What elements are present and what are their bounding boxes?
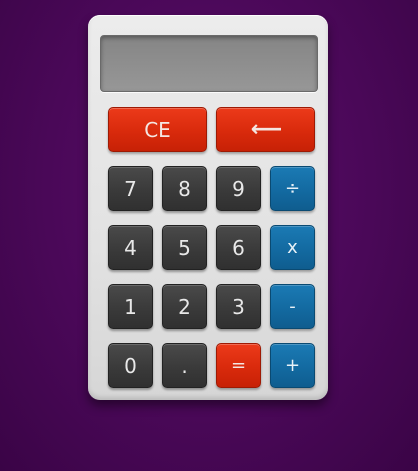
divide-button[interactable]: ÷ <box>270 166 315 211</box>
digit-1-label: 1 <box>124 294 137 319</box>
subtract-button[interactable]: - <box>270 284 315 329</box>
multiply-button[interactable]: x <box>270 225 315 270</box>
divide-label: ÷ <box>284 178 301 199</box>
clear-entry-button[interactable]: CE <box>108 107 207 152</box>
digit-0-label: 0 <box>124 353 137 378</box>
calculator: CE ⟵ 7 8 9 ÷ 4 5 6 x 1 2 3 - 0 . = + <box>88 15 328 400</box>
clear-entry-label: CE <box>144 117 171 142</box>
equals-button[interactable]: = <box>216 343 261 388</box>
digit-5-button[interactable]: 5 <box>162 225 207 270</box>
digit-1-button[interactable]: 1 <box>108 284 153 329</box>
digit-2-label: 2 <box>178 294 191 319</box>
digit-5-label: 5 <box>178 235 191 260</box>
digit-0-button[interactable]: 0 <box>108 343 153 388</box>
digit-6-label: 6 <box>232 235 245 260</box>
digit-6-button[interactable]: 6 <box>216 225 261 270</box>
digit-8-label: 8 <box>178 176 191 201</box>
digit-8-button[interactable]: 8 <box>162 166 207 211</box>
add-button[interactable]: + <box>270 343 315 388</box>
digit-3-label: 3 <box>232 294 245 319</box>
subtract-label: - <box>289 296 296 317</box>
digit-7-button[interactable]: 7 <box>108 166 153 211</box>
digit-9-label: 9 <box>232 176 245 201</box>
digit-4-button[interactable]: 4 <box>108 225 153 270</box>
equals-label: = <box>230 355 247 376</box>
digit-4-label: 4 <box>124 235 137 260</box>
digit-7-label: 7 <box>124 176 137 201</box>
calculator-display <box>100 35 318 92</box>
decimal-label: . <box>181 353 188 378</box>
decimal-button[interactable]: . <box>162 343 207 388</box>
left-arrow-icon: ⟵ <box>250 117 283 142</box>
backspace-button[interactable]: ⟵ <box>216 107 315 152</box>
digit-9-button[interactable]: 9 <box>216 166 261 211</box>
multiply-label: x <box>287 237 298 258</box>
digit-2-button[interactable]: 2 <box>162 284 207 329</box>
add-label: + <box>284 355 301 376</box>
digit-3-button[interactable]: 3 <box>216 284 261 329</box>
